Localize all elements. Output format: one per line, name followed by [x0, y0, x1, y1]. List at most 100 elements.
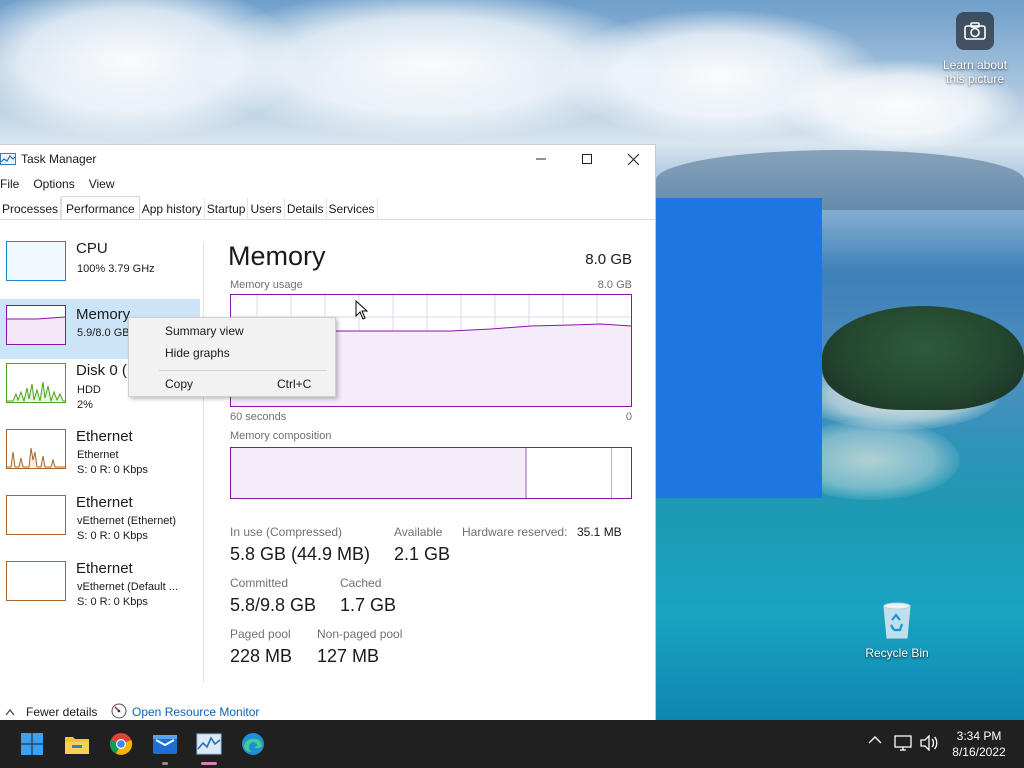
menu-options[interactable]: Options — [33, 175, 74, 193]
disk-thumbnail — [6, 363, 66, 403]
sidebar-item-detail: 100% 3.79 GHz — [77, 263, 155, 275]
nonpaged-pool-value: 127 MB — [317, 646, 380, 666]
sidebar-item-detail: Ethernet — [77, 449, 119, 461]
sidebar-item-detail: S: 0 R: 0 Kbps — [77, 530, 148, 542]
system-clock[interactable]: 3:34 PM 8/16/2022 — [948, 728, 1010, 760]
time-axis-right: 0 — [625, 411, 632, 423]
chrome-button[interactable] — [107, 730, 135, 758]
windows-logo-icon — [21, 733, 43, 755]
menu-view[interactable]: View — [89, 175, 115, 193]
ethernet-thumbnail — [6, 561, 66, 601]
island — [822, 306, 1024, 410]
usage-label: Memory usage — [230, 279, 303, 291]
open-resource-monitor-link[interactable]: Open Resource Monitor — [132, 705, 259, 719]
hw-reserved-value: 35.1 MB — [577, 525, 622, 539]
paged-pool-value: 228 MB — [230, 646, 293, 666]
sidebar-item-detail: 5.9/8.0 GB — [77, 327, 130, 339]
menu-item-hide-graphs[interactable]: Hide graphs — [165, 346, 230, 360]
time-axis-left: 60 seconds — [230, 411, 287, 423]
memory-thumbnail — [6, 305, 66, 345]
active-indicator — [201, 762, 217, 765]
cached-label: Cached — [340, 576, 382, 590]
chevron-up-icon — [5, 705, 15, 719]
sidebar-item-detail: vEthernet (Ethernet) — [77, 515, 177, 527]
edge-button[interactable] — [239, 730, 267, 758]
recycle-bin-icon — [880, 598, 914, 640]
nonpaged-pool-label: Non-paged pool — [317, 627, 403, 641]
tab-startup[interactable]: Startup — [205, 198, 249, 220]
tab-services[interactable]: Services — [327, 198, 378, 220]
tab-app-history[interactable]: App history — [140, 198, 205, 220]
cached-value: 1.7 GB — [340, 595, 397, 615]
cpu-thumb-fill — [7, 242, 65, 280]
learn-about-picture[interactable]: Learn about this picture — [936, 12, 1014, 86]
sidebar-item-ethernet-3[interactable]: Ethernet vEthernet (Default ... S: 0 R: … — [0, 557, 200, 617]
maximize-button[interactable] — [564, 145, 610, 173]
memory-composition-bar — [230, 447, 632, 499]
close-button[interactable] — [610, 145, 656, 173]
available-value: 2.1 GB — [394, 544, 451, 564]
recycle-bin-label: Recycle Bin — [865, 646, 929, 660]
chevron-up-icon[interactable] — [868, 734, 882, 748]
sidebar-item-cpu[interactable]: CPU 100% 3.79 GHz — [0, 237, 200, 297]
ethernet-thumb-graph — [7, 447, 65, 468]
app-box-icon — [153, 735, 177, 754]
sidebar-item-detail: S: 0 R: 0 Kbps — [77, 596, 148, 608]
task-manager-icon — [0, 153, 16, 165]
close-icon — [627, 153, 639, 165]
learn-label: Learn about this picture — [942, 58, 1008, 86]
running-indicator — [162, 762, 168, 765]
title-bar[interactable]: Task Manager — [0, 145, 655, 173]
hw-reserved-label: Hardware reserved: — [462, 525, 568, 539]
task-manager-window: Task Manager File Options View Processes… — [0, 144, 656, 720]
file-explorer-button[interactable] — [63, 730, 91, 758]
sidebar-item-label: Ethernet — [76, 428, 133, 445]
minimize-icon — [536, 158, 546, 160]
network-icon[interactable] — [894, 735, 912, 754]
composition-in-use — [231, 448, 527, 498]
sidebar-item-label: Memory — [76, 306, 131, 323]
menu-separator — [159, 370, 327, 371]
sidebar-item-ethernet-2[interactable]: Ethernet vEthernet (Ethernet) S: 0 R: 0 … — [0, 491, 200, 551]
usage-max-label: 8.0 GB — [597, 279, 632, 291]
menu-item-copy[interactable]: Copy — [165, 377, 193, 391]
sidebar-item-label: Ethernet — [76, 560, 133, 577]
clock-time: 3:34 PM — [956, 729, 1002, 743]
task-manager-taskbar-button[interactable] — [195, 730, 223, 758]
memory-thumb-graph — [7, 316, 65, 344]
sidebar-item-ethernet-1[interactable]: Ethernet Ethernet S: 0 R: 0 Kbps — [0, 425, 200, 485]
volume-icon[interactable] — [920, 734, 938, 754]
composition-label: Memory composition — [230, 430, 332, 442]
blue-window-remnant — [656, 198, 822, 498]
minimize-button[interactable] — [518, 145, 564, 173]
tab-processes[interactable]: Processes — [0, 198, 62, 220]
ethernet-thumbnail — [6, 429, 66, 469]
task-manager-icon — [196, 733, 222, 755]
store-app-button[interactable] — [151, 730, 179, 758]
sidebar-item-label: Disk 0 ( — [76, 362, 127, 379]
footer-bar: Fewer details Open Resource Monitor — [0, 703, 655, 721]
cpu-thumbnail — [6, 241, 66, 281]
context-menu: Summary view Hide graphs Copy Ctrl+C — [128, 317, 336, 397]
sidebar-item-detail: 2% — [77, 399, 93, 411]
memory-total: 8.0 GB — [585, 251, 632, 268]
mouse-cursor-icon — [355, 300, 369, 320]
sidebar-item-detail: HDD — [77, 384, 101, 396]
recycle-bin[interactable]: Recycle Bin — [862, 598, 932, 660]
pane-divider[interactable] — [203, 243, 204, 683]
clock-date: 8/16/2022 — [952, 745, 1006, 759]
menu-file[interactable]: File — [0, 175, 19, 193]
paged-pool-label: Paged pool — [230, 627, 291, 641]
fewer-details-link[interactable]: Fewer details — [26, 705, 97, 719]
page-title: Memory — [228, 241, 326, 271]
menu-item-summary-view[interactable]: Summary view — [165, 324, 244, 338]
in-use-value: 5.8 GB (44.9 MB) — [230, 544, 371, 564]
tab-users[interactable]: Users — [248, 198, 285, 220]
taskbar: 3:34 PM 8/16/2022 — [0, 720, 1024, 768]
in-use-label: In use (Compressed) — [230, 525, 343, 539]
tab-details[interactable]: Details — [285, 198, 327, 220]
start-button[interactable] — [18, 730, 46, 758]
sidebar-item-detail: vEthernet (Default ... — [77, 581, 178, 593]
tab-performance[interactable]: Performance — [61, 196, 140, 219]
available-label: Available — [394, 525, 443, 539]
